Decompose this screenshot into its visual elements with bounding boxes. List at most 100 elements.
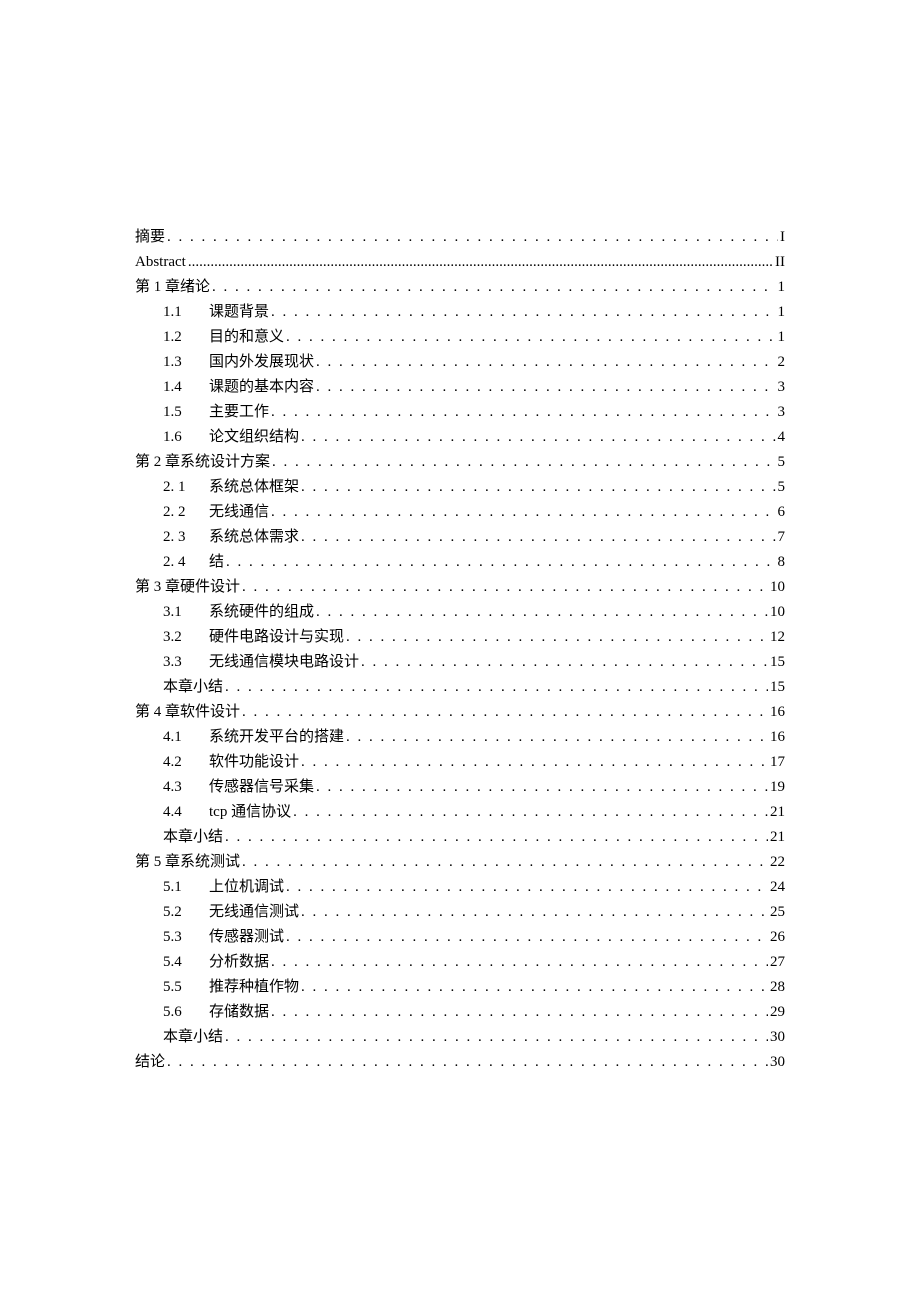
toc-leader-dots: [271, 300, 775, 325]
toc-entry-title: 第 5 章系统测试: [135, 850, 240, 875]
toc-row: 1.2目的和意义 1: [135, 325, 785, 350]
toc-entry-page: 16: [770, 725, 785, 750]
toc-leader-dots: [272, 450, 775, 475]
toc-entry-page: 17: [770, 750, 785, 775]
toc-row: 结论30: [135, 1050, 785, 1075]
toc-entry-number: 1.4: [163, 375, 209, 400]
toc-entry-page: 1: [778, 275, 786, 300]
toc-entry-page: II: [775, 250, 785, 275]
toc-entry-page: 24: [770, 875, 785, 900]
toc-leader-dots: [301, 475, 775, 500]
toc-row: 3.3无线通信模块电路设计15: [135, 650, 785, 675]
toc-entry-page: 30: [770, 1025, 785, 1050]
toc-entry-number: 2. 4: [163, 550, 209, 575]
toc-entry-number: 5.6: [163, 1000, 209, 1025]
toc-leader-dots: [271, 1000, 768, 1025]
toc-entry-title: 第 4 章软件设计: [135, 700, 240, 725]
toc-entry-page: 2: [778, 350, 786, 375]
toc-entry-page: 4: [778, 425, 786, 450]
table-of-contents: 摘要IAbstractII第 1 章绪论11.1课题背景11.2目的和意义11.…: [135, 225, 785, 1075]
toc-leader-dots: [212, 275, 775, 300]
toc-entry-title: 第 1 章绪论: [135, 275, 210, 300]
toc-entry-title: 无线通信测试: [209, 900, 299, 925]
toc-row: 5.2无线通信测试25: [135, 900, 785, 925]
toc-row: 5.5推荐种植作物28: [135, 975, 785, 1000]
toc-entry-title: 软件功能设计: [209, 750, 299, 775]
toc-entry-title: 本章小结: [163, 675, 223, 700]
toc-entry-number: 5.1: [163, 875, 209, 900]
toc-leader-dots: [316, 350, 775, 375]
toc-entry-title: 存储数据: [209, 1000, 269, 1025]
toc-entry-number: 1.2: [163, 325, 209, 350]
toc-entry-number: 2. 3: [163, 525, 209, 550]
toc-entry-page: 28: [770, 975, 785, 1000]
toc-leader-dots: [167, 1050, 768, 1075]
toc-leader-dots: [242, 700, 768, 725]
toc-leader-dots: [316, 775, 768, 800]
toc-entry-number: 5.3: [163, 925, 209, 950]
toc-row: 5.3传感器测试26: [135, 925, 785, 950]
toc-leader-dots: [346, 625, 768, 650]
toc-entry-page: 7: [778, 525, 786, 550]
toc-leader-dots: [225, 675, 768, 700]
toc-row: AbstractII: [135, 250, 785, 275]
toc-entry-page: 26: [770, 925, 785, 950]
toc-row: 2. 3系统总体需求 7: [135, 525, 785, 550]
toc-leader-dots: [293, 800, 768, 825]
toc-row: 1.4课题的基本内容3: [135, 375, 785, 400]
toc-leader-dots: [271, 950, 768, 975]
toc-row: 2. 2无线通信6: [135, 500, 785, 525]
toc-entry-number: 4.3: [163, 775, 209, 800]
toc-leader-dots: [225, 1025, 768, 1050]
toc-entry-number: 1.3: [163, 350, 209, 375]
toc-leader-dots: [346, 725, 768, 750]
toc-entry-title: 课题背景: [209, 300, 269, 325]
toc-entry-number: 3.2: [163, 625, 209, 650]
toc-entry-title: 无线通信: [209, 500, 269, 525]
toc-leader-dots: [361, 650, 768, 675]
toc-entry-title: 第 3 章硬件设计: [135, 575, 240, 600]
toc-entry-number: 3.1: [163, 600, 209, 625]
toc-leader-dots: [271, 500, 775, 525]
toc-row: 2. 4 结 8: [135, 550, 785, 575]
toc-entry-number: 4.2: [163, 750, 209, 775]
toc-row: 第 5 章系统测试22: [135, 850, 785, 875]
toc-row: 4.2软件功能设计 17: [135, 750, 785, 775]
toc-entry-title: 本章小结: [163, 825, 223, 850]
toc-entry-page: 3: [778, 375, 786, 400]
toc-leader-dots: [225, 825, 768, 850]
toc-entry-title: 分析数据: [209, 950, 269, 975]
toc-entry-number: 4.1: [163, 725, 209, 750]
toc-entry-number: 5.4: [163, 950, 209, 975]
toc-row: 1.1课题背景1: [135, 300, 785, 325]
toc-row: 3.2硬件电路设计与实现12: [135, 625, 785, 650]
toc-entry-page: 21: [770, 800, 785, 825]
toc-row: 1.3国内外发展现状 2: [135, 350, 785, 375]
toc-entry-title: 系统总体需求: [209, 525, 299, 550]
toc-entry-number: 1.6: [163, 425, 209, 450]
toc-leader-dots: [316, 600, 768, 625]
toc-leader-dots: [242, 850, 768, 875]
toc-entry-page: 8: [778, 550, 786, 575]
toc-entry-page: 1: [778, 325, 786, 350]
toc-row: 4.1系统开发平台的搭建16: [135, 725, 785, 750]
toc-entry-page: 5: [778, 475, 786, 500]
toc-entry-title: 摘要: [135, 225, 165, 250]
toc-entry-title: 上位机调试: [209, 875, 284, 900]
toc-row: 3.1系统硬件的组成10: [135, 600, 785, 625]
toc-entry-title: 主要工作: [209, 400, 269, 425]
toc-row: 本章小结21: [135, 825, 785, 850]
toc-entry-number: 4.4: [163, 800, 209, 825]
toc-entry-title: tcp 通信协议: [209, 800, 291, 825]
toc-entry-page: 3: [778, 400, 786, 425]
toc-entry-title: 目的和意义: [209, 325, 284, 350]
toc-row: 第 3 章硬件设计10: [135, 575, 785, 600]
toc-row: 本章小结 30: [135, 1025, 785, 1050]
toc-entry-title: 国内外发展现状: [209, 350, 314, 375]
toc-entry-page: 16: [770, 700, 785, 725]
toc-entry-title: 无线通信模块电路设计: [209, 650, 359, 675]
toc-entry-title: 结: [209, 550, 224, 575]
toc-leader-dots: [271, 400, 775, 425]
toc-entry-title: 本章小结: [163, 1025, 223, 1050]
toc-row: 1.6论文组织结构4: [135, 425, 785, 450]
